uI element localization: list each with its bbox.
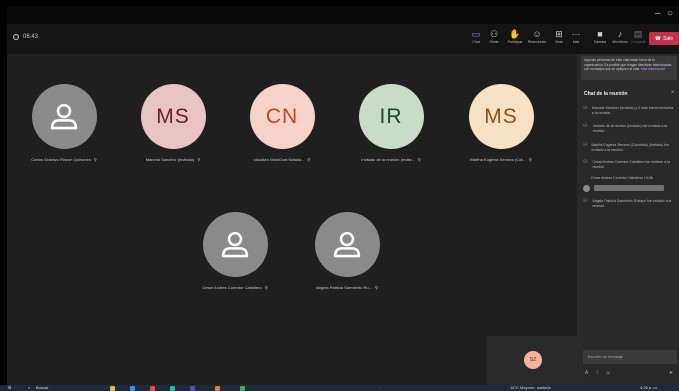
chat-event: ⚇ Martha Eugenia Serrano (Colombia) (Inv… bbox=[583, 142, 670, 152]
raise-hand-button[interactable]: ✋ Participar bbox=[504, 28, 526, 44]
person-icon bbox=[333, 231, 361, 257]
selected-message bbox=[594, 185, 664, 191]
camera-icon: ■ bbox=[597, 29, 603, 39]
person-add-icon: ⚇ bbox=[583, 159, 588, 165]
title-bar: – ○ bbox=[7, 6, 679, 24]
leave-button[interactable]: ☎ Salir bbox=[649, 32, 679, 45]
chrome-icon[interactable] bbox=[150, 385, 155, 391]
person-add-icon: ⚇ bbox=[583, 123, 588, 129]
chat-compose-input[interactable]: Escribir un mensaje bbox=[583, 350, 677, 364]
participant-name: Angela Patricia Sarmiento Ro... ⚲ bbox=[316, 285, 378, 290]
camera-button[interactable]: ■ Cámara bbox=[589, 28, 611, 44]
app-icon[interactable] bbox=[170, 385, 175, 391]
edge-icon[interactable] bbox=[130, 385, 135, 391]
smile-icon: ☺ bbox=[532, 29, 542, 39]
avatar bbox=[583, 184, 590, 192]
file-explorer-icon[interactable] bbox=[110, 385, 115, 391]
shield-icon bbox=[13, 34, 19, 40]
participant-tile[interactable]: MS Martha Eugenia Serrano (Col... ⚲ bbox=[446, 84, 556, 162]
person-add-icon: ⚇ bbox=[583, 105, 588, 111]
participant-tile[interactable]: IR Invitado de la reunión (Invita... ⚲ bbox=[336, 84, 446, 162]
meeting-toolbar: 06:43 ▭ Chat ⚇ Gente ✋ Participar ☺ Reac… bbox=[7, 24, 679, 54]
chat-event: ⚇ Cesar Andres Corredor Caballero fue in… bbox=[583, 159, 670, 169]
close-button[interactable]: ○ bbox=[667, 8, 673, 19]
compose-tools: A ! ☺ ➤ bbox=[585, 370, 673, 376]
clock[interactable]: 4:26 p. m. bbox=[640, 385, 658, 391]
chat-title: Chat de la reunión bbox=[584, 91, 628, 97]
more-icon: ··· bbox=[571, 29, 581, 39]
more-button[interactable]: ··· Más bbox=[565, 28, 587, 44]
chat-event: ⚇ Angela Patricia Sarmiento Robayo fue i… bbox=[583, 198, 672, 208]
format-icon[interactable]: A bbox=[585, 370, 588, 376]
person-icon bbox=[221, 231, 249, 257]
phone-icon: ☎ bbox=[654, 35, 662, 42]
participant-tile[interactable]: CN claudia's MainGoal Natalia... ⚲ bbox=[227, 84, 337, 162]
participant-name: Marcela Sanchez (Invitado) ⚲ bbox=[145, 157, 201, 162]
participant-tile[interactable]: Angela Patricia Sarmiento Ro... ⚲ bbox=[292, 212, 402, 290]
emoji-icon[interactable]: ☺ bbox=[606, 370, 611, 376]
participant-tile[interactable]: MS Marcela Sanchez (Invitado) ⚲ bbox=[118, 84, 228, 162]
participant-tile[interactable]: Cesar Andres Corredor Caballero ⚲ bbox=[180, 212, 290, 290]
mic-muted-icon: ⚲ bbox=[197, 157, 201, 162]
participant-avatar bbox=[31, 84, 97, 149]
teams-window: – ○ 06:43 ▭ Chat ⚇ Gente ✋ Participar ☺ … bbox=[7, 6, 679, 385]
participant-name: Cesar Andres Corredor Caballero ⚲ bbox=[202, 285, 268, 290]
self-avatar: SZ bbox=[524, 351, 542, 369]
video-stage: Carlos Gustavo Rincon Quinones ⚲ MS Marcela… bbox=[7, 54, 577, 385]
close-chat-icon[interactable]: × bbox=[671, 90, 675, 96]
meeting-chat-panel: Algunas personas de este chat están fuer… bbox=[577, 54, 679, 385]
share-icon: ▤ bbox=[633, 29, 643, 39]
participant-name: Martha Eugenia Serrano (Col... ⚲ bbox=[470, 157, 532, 162]
people-button[interactable]: ⚇ Gente bbox=[483, 28, 505, 44]
search-icon[interactable]: ⌕ bbox=[28, 385, 30, 391]
meeting-timer: 06:43 bbox=[13, 34, 38, 40]
participant-avatar bbox=[314, 212, 380, 277]
send-icon[interactable]: ➤ bbox=[669, 370, 673, 376]
more-info-link[interactable]: Más información bbox=[641, 67, 665, 71]
participant-tile[interactable]: Carlos Gustavo Rincon Quinones ⚲ bbox=[9, 84, 119, 162]
participant-avatar: MS bbox=[468, 84, 534, 149]
mic-muted-icon: ⚲ bbox=[264, 285, 268, 290]
person-add-icon: ⚇ bbox=[583, 142, 588, 148]
app-icon[interactable] bbox=[215, 385, 220, 391]
participant-avatar: MS bbox=[140, 84, 206, 149]
teams-icon[interactable] bbox=[190, 385, 195, 391]
mic-muted-icon: ⚲ bbox=[307, 157, 311, 162]
minimize-button[interactable]: – bbox=[655, 8, 661, 19]
weather-widget[interactable]: 18°C Mayorm. nublado bbox=[510, 385, 551, 391]
windows-taskbar: ⊞ ⌕ Buscar · 18°C Mayorm. nublado 4:26 p… bbox=[0, 385, 679, 391]
share-button[interactable]: ▤ Compartir bbox=[627, 28, 649, 44]
participant-avatar: IR bbox=[358, 84, 424, 149]
timer-text: 06:43 bbox=[23, 34, 39, 40]
external-notice: Algunas personas de este chat están fuer… bbox=[581, 56, 677, 80]
mic-muted-icon: ⚲ bbox=[528, 157, 532, 162]
chat-message-highlighted[interactable] bbox=[583, 184, 665, 192]
participant-name: Invitado de la reunión (Invita... ⚲ bbox=[361, 157, 421, 162]
person-icon bbox=[50, 103, 78, 129]
mic-muted-icon: ⚲ bbox=[374, 285, 378, 290]
app-icon[interactable] bbox=[240, 385, 245, 391]
chat-message-header: Cesar Andres Corredor Caballero 14:08 bbox=[591, 176, 653, 180]
raise-hand-icon: ✋ bbox=[509, 29, 521, 39]
chat-event: ⚇ Marcela Sanchez (Invitado) y 2 más fue… bbox=[583, 105, 674, 115]
person-add-icon: ⚇ bbox=[583, 198, 588, 204]
mic-muted-icon: ⚲ bbox=[93, 157, 97, 162]
windows-start-icon[interactable]: ⊞ bbox=[8, 385, 11, 391]
chat-event: ⚇ Invitado de la reunión (Invitado) fue … bbox=[583, 123, 668, 133]
self-video-tile: SZ bbox=[487, 336, 577, 385]
taskbar-spacer-label: · bbox=[380, 385, 382, 390]
taskbar-search[interactable]: Buscar bbox=[36, 385, 48, 391]
participant-name: claudia's MainGoal Natalia... ⚲ bbox=[253, 157, 311, 162]
attach-icon[interactable]: ! bbox=[596, 370, 597, 376]
participant-avatar: CN bbox=[249, 84, 315, 149]
mic-muted-icon: ⚲ bbox=[417, 157, 421, 162]
reactions-button[interactable]: ☺ Reacciones bbox=[526, 28, 548, 44]
participant-avatar bbox=[202, 212, 268, 277]
people-icon: ⚇ bbox=[489, 29, 499, 39]
participant-name: Carlos Gustavo Rincon Quinones ⚲ bbox=[31, 157, 97, 162]
